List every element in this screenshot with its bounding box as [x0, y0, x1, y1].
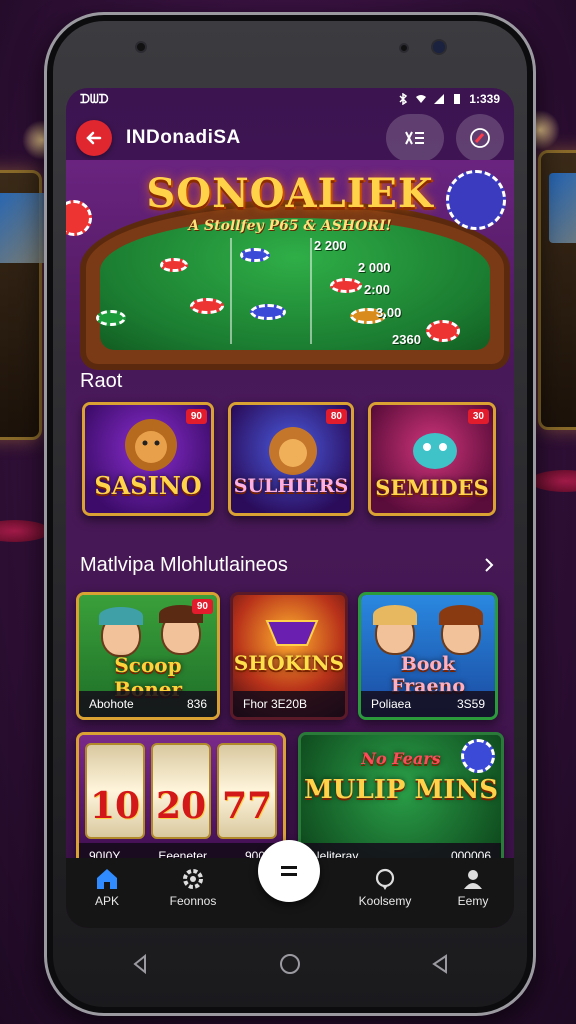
card-caption: Poliaea 3S59 — [361, 691, 495, 717]
bowl-icon — [265, 620, 319, 646]
filter-button[interactable] — [386, 114, 444, 162]
system-navigation — [66, 934, 514, 994]
section-title-multi: Matlvipa Mlohlutlaineos — [80, 554, 288, 576]
arrow-left-icon — [86, 131, 102, 145]
back-triangle-icon[interactable] — [429, 953, 451, 975]
bar-stool — [0, 520, 50, 542]
game-card-shokins[interactable]: SHOKINS Fhor 3E20B — [230, 592, 348, 720]
card-badge: 90 — [185, 409, 207, 424]
card-name: SASINO — [94, 471, 202, 500]
reel-number: 20 — [155, 785, 207, 827]
user-icon — [464, 870, 482, 889]
nav-label: Feonnos — [169, 894, 217, 908]
card-badge: 90 — [191, 599, 213, 614]
filter-icon — [405, 131, 424, 145]
game-card-semides[interactable]: 30 SEMIDES — [368, 402, 496, 516]
home-circle-icon[interactable] — [278, 952, 302, 976]
nav-label: Eemy — [457, 894, 489, 908]
chevron-right-icon[interactable] — [480, 556, 498, 574]
slot-machine-right — [538, 150, 576, 430]
nav-item-feonnos[interactable]: Feonnos — [158, 866, 228, 908]
edit-button[interactable] — [456, 114, 504, 162]
section-title-recent: Raot — [80, 370, 123, 392]
home-icon — [97, 869, 117, 889]
card-badge: 30 — [467, 409, 489, 424]
promo-banner[interactable]: SONOALIEK A Stollfey P65 & ASHORI! 2 200… — [66, 160, 514, 370]
status-left-text: ᗪᗯᗪ — [80, 91, 109, 106]
signal-icon — [434, 94, 445, 104]
banner-title: SONOALIEK — [146, 170, 434, 217]
reel-number: 77 — [221, 785, 273, 827]
nav-item-koolsemy[interactable]: Koolsemy — [350, 866, 420, 908]
slot-machine-left — [0, 170, 439, 440]
equals-icon — [281, 866, 297, 876]
game-card-book-fraeno[interactable]: Book Fraeno Poliaea 3S59 — [358, 592, 498, 720]
nav-label: Koolsemy — [358, 894, 412, 908]
center-action-button[interactable] — [258, 840, 320, 902]
caption-left: Poliaea — [371, 697, 412, 711]
app-header: INDonadiSA — [66, 110, 514, 166]
nav-item-apk[interactable]: APK — [72, 866, 142, 908]
game-card-scoop-boner[interactable]: 90 Scoop Boner Abohote 836 — [76, 592, 220, 720]
caption-right: 836 — [186, 697, 207, 711]
card-caption: Abohote 836 — [79, 691, 217, 717]
recents-icon[interactable] — [129, 953, 151, 975]
nav-item-eemy[interactable]: Eemy — [438, 866, 508, 908]
card-name: SULHIERS — [233, 475, 349, 497]
bar-stool — [530, 470, 576, 492]
status-bar: ᗪᗯᗪ 1:339 — [66, 88, 514, 110]
bluetooth-icon — [399, 93, 408, 105]
game-card-sulhiers[interactable]: 80 SULHIERS — [228, 402, 354, 516]
poker-chip — [96, 310, 126, 326]
banner-subtitle: A Stollfey P65 & ASHORI! — [188, 218, 392, 234]
odds-value: 2360 — [392, 332, 421, 347]
lion-icon — [125, 419, 177, 471]
game-card-sasino[interactable]: 90 SASINO — [82, 402, 214, 516]
caption-right: 3S59 — [456, 697, 485, 711]
app-title: INDonadiSA — [126, 127, 241, 148]
sensor-dot — [135, 41, 147, 53]
card-caption: Fhor 3E20B — [233, 691, 345, 717]
battery-icon — [454, 94, 461, 104]
poker-chip — [426, 320, 460, 342]
card-name: SEMIDES — [375, 475, 489, 500]
card-name: MULIP MINS — [304, 775, 498, 805]
game-card-mulip-mins[interactable]: No Fears MULIP MINS Neliteray 000006 — [298, 732, 504, 872]
chat-icon — [375, 868, 395, 890]
card-badge: 80 — [325, 409, 347, 424]
game-card-slot-reels[interactable]: 10 20 77 90I0Y Eeeneter 900E — [76, 732, 286, 872]
sensor-dot — [399, 43, 409, 53]
front-camera — [431, 39, 447, 55]
caption-left: Abohote — [89, 697, 134, 711]
lion-icon — [269, 427, 317, 475]
app-screen: ᗪᗯᗪ 1:339 INDonadiSA SONOALIEK A Stollfe… — [66, 88, 514, 928]
odds-value: 2 200 — [314, 238, 347, 253]
bottom-nav: APK Feonnos Koolsemy Eemy — [66, 840, 514, 928]
nav-label: APK — [94, 894, 119, 908]
caption-left: Fhor 3E20B — [243, 697, 308, 711]
pencil-icon — [470, 128, 490, 148]
creature-icon — [413, 433, 457, 469]
odds-value: 3.00 — [376, 305, 402, 320]
gear-icon — [183, 869, 203, 889]
odds-value: 2 000 — [358, 260, 391, 275]
back-button[interactable] — [76, 120, 112, 156]
poker-chip — [461, 739, 495, 773]
card-name: SHOKINS — [233, 651, 345, 675]
odds-value: 2:00 — [364, 282, 391, 297]
reel-number: 10 — [89, 785, 141, 827]
wifi-icon — [416, 95, 427, 103]
status-time: 1:339 — [469, 92, 500, 106]
